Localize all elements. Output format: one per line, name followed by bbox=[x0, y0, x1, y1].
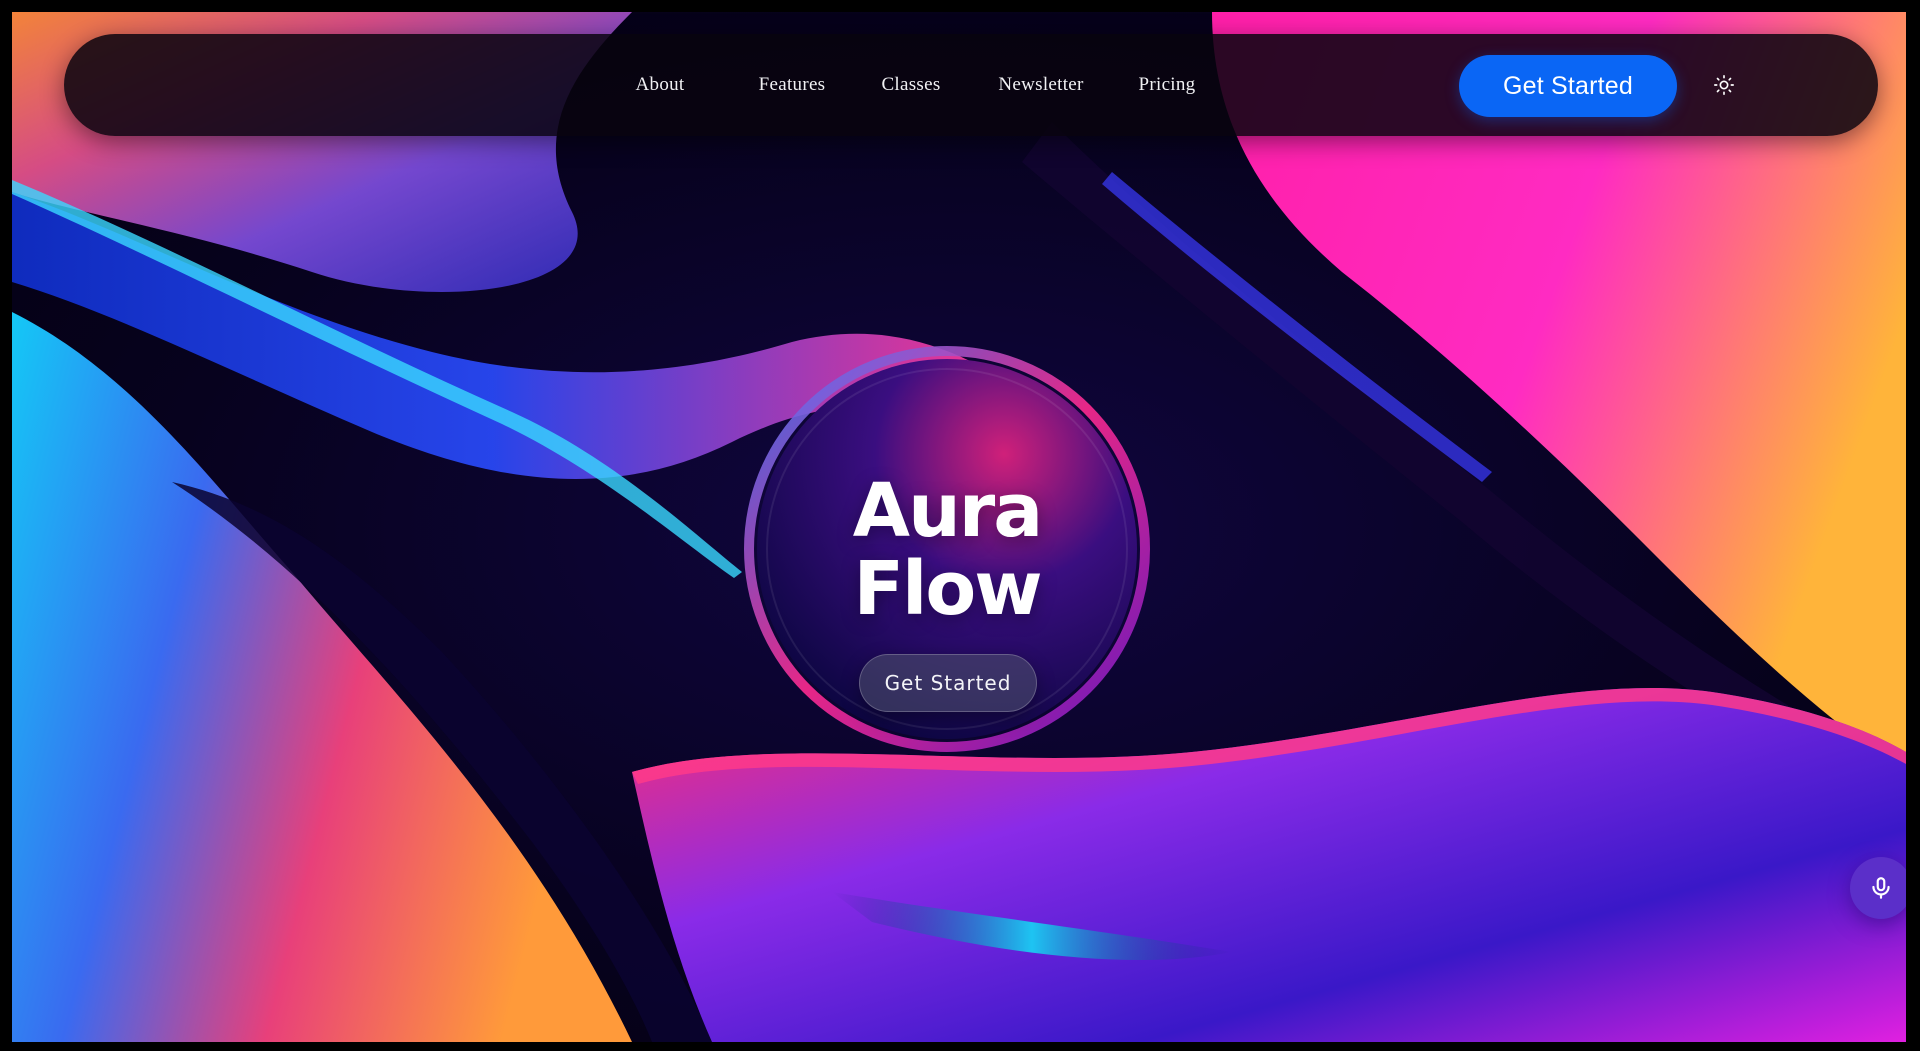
sun-icon bbox=[1714, 75, 1734, 95]
nav-link-about[interactable]: About bbox=[636, 34, 685, 136]
microphone-icon bbox=[1872, 877, 1890, 899]
theme-toggle-button[interactable] bbox=[1708, 69, 1740, 101]
hero-get-started-button[interactable]: Get Started bbox=[859, 654, 1037, 712]
nav-link-pricing[interactable]: Pricing bbox=[1139, 34, 1196, 136]
voice-input-button[interactable] bbox=[1850, 857, 1906, 919]
hero-title-line-1: Aura bbox=[852, 468, 1043, 554]
nav-get-started-button[interactable]: Get Started bbox=[1459, 55, 1677, 117]
page-frame: About Features Classes Newsletter Pricin… bbox=[12, 12, 1906, 1042]
nav-link-features[interactable]: Features bbox=[759, 34, 826, 136]
top-navbar: About Features Classes Newsletter Pricin… bbox=[64, 34, 1878, 136]
hero-title: Aura Flow bbox=[755, 472, 1139, 628]
hero-title-line-2: Flow bbox=[853, 546, 1042, 632]
nav-link-newsletter[interactable]: Newsletter bbox=[998, 34, 1083, 136]
nav-link-classes[interactable]: Classes bbox=[881, 34, 940, 136]
